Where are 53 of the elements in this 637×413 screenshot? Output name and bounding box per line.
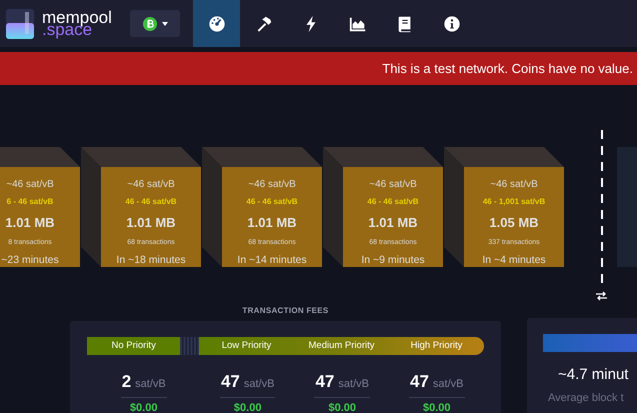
- block-eta: ~23 minutes: [1, 253, 59, 268]
- block-size: 1.01 MB: [5, 214, 55, 232]
- block-eta: In ~4 minutes: [482, 253, 546, 268]
- fee-usd: $0.00: [130, 400, 158, 413]
- fee-range: 6 - 46 sat/vB: [6, 196, 54, 208]
- striped-gap: [180, 337, 199, 355]
- fee-range: 46 - 46 sat/vB: [246, 196, 298, 208]
- median-fee: ~46 sat/vB: [248, 178, 296, 192]
- median-fee: ~46 sat/vB: [127, 178, 175, 192]
- fee-usd: $0.00: [422, 400, 451, 413]
- fee-value: 47: [410, 371, 429, 393]
- block-eta: In ~18 minutes: [116, 253, 186, 268]
- fee-usd: $0.00: [234, 400, 262, 413]
- fee-range: 46 - 46 sat/vB: [367, 196, 419, 208]
- block-eta: In ~9 minutes: [361, 253, 425, 268]
- block-size: 1.01 MB: [247, 214, 297, 232]
- fee-usd: $0.00: [328, 400, 356, 413]
- gauge-icon: [208, 14, 226, 32]
- network-selector[interactable]: [130, 10, 180, 37]
- fee-range: 46 - 46 sat/vB: [125, 196, 177, 208]
- fee-value: 47: [220, 371, 240, 393]
- block-size: 1.01 MB: [368, 214, 418, 232]
- fee-unit: sat/vB: [338, 377, 369, 392]
- median-fee: ~46 sat/vB: [6, 178, 54, 192]
- priority-label: High Priority: [410, 338, 464, 353]
- difficulty-caption: Average block t: [548, 390, 625, 406]
- caret-icon: [162, 22, 168, 26]
- priority-label: Medium Priority: [308, 338, 376, 353]
- book-icon: [396, 14, 414, 32]
- fee-unit: sat/vB: [135, 377, 166, 392]
- banner-text: This is a test network. Coins have no value.: [382, 60, 633, 78]
- fee-unit: sat/vB: [432, 377, 464, 392]
- section-title: TRANSACTION FEES: [242, 305, 329, 317]
- median-fee: ~46 sat/vB: [490, 178, 538, 192]
- fee-value: 47: [315, 371, 334, 393]
- block-eta: In ~14 minutes: [237, 253, 307, 268]
- fee-unit: sat/vB: [244, 377, 274, 392]
- block-size: 1.05 MB: [489, 214, 539, 232]
- fee-range: 46 - 1,001 sat/vB: [482, 196, 546, 208]
- block-size: 1.01 MB: [126, 214, 176, 232]
- hammer-icon: [254, 14, 272, 32]
- logo-icon: [6, 8, 34, 38]
- nav-tab[interactable]: [193, 0, 240, 47]
- no-priority-bar: No Priority: [87, 337, 180, 355]
- bitcoin-icon: [142, 16, 156, 30]
- fee-value: 2: [122, 371, 132, 393]
- swap-arrows-icon: [596, 291, 607, 301]
- priority-label: Low Priority: [220, 338, 272, 353]
- median-fee: ~46 sat/vB: [369, 178, 417, 192]
- logo-text: mempool: [42, 10, 112, 24]
- area-chart-icon: [348, 14, 366, 32]
- difficulty-value: ~4.7 minut: [558, 365, 630, 385]
- info-icon: [442, 14, 460, 32]
